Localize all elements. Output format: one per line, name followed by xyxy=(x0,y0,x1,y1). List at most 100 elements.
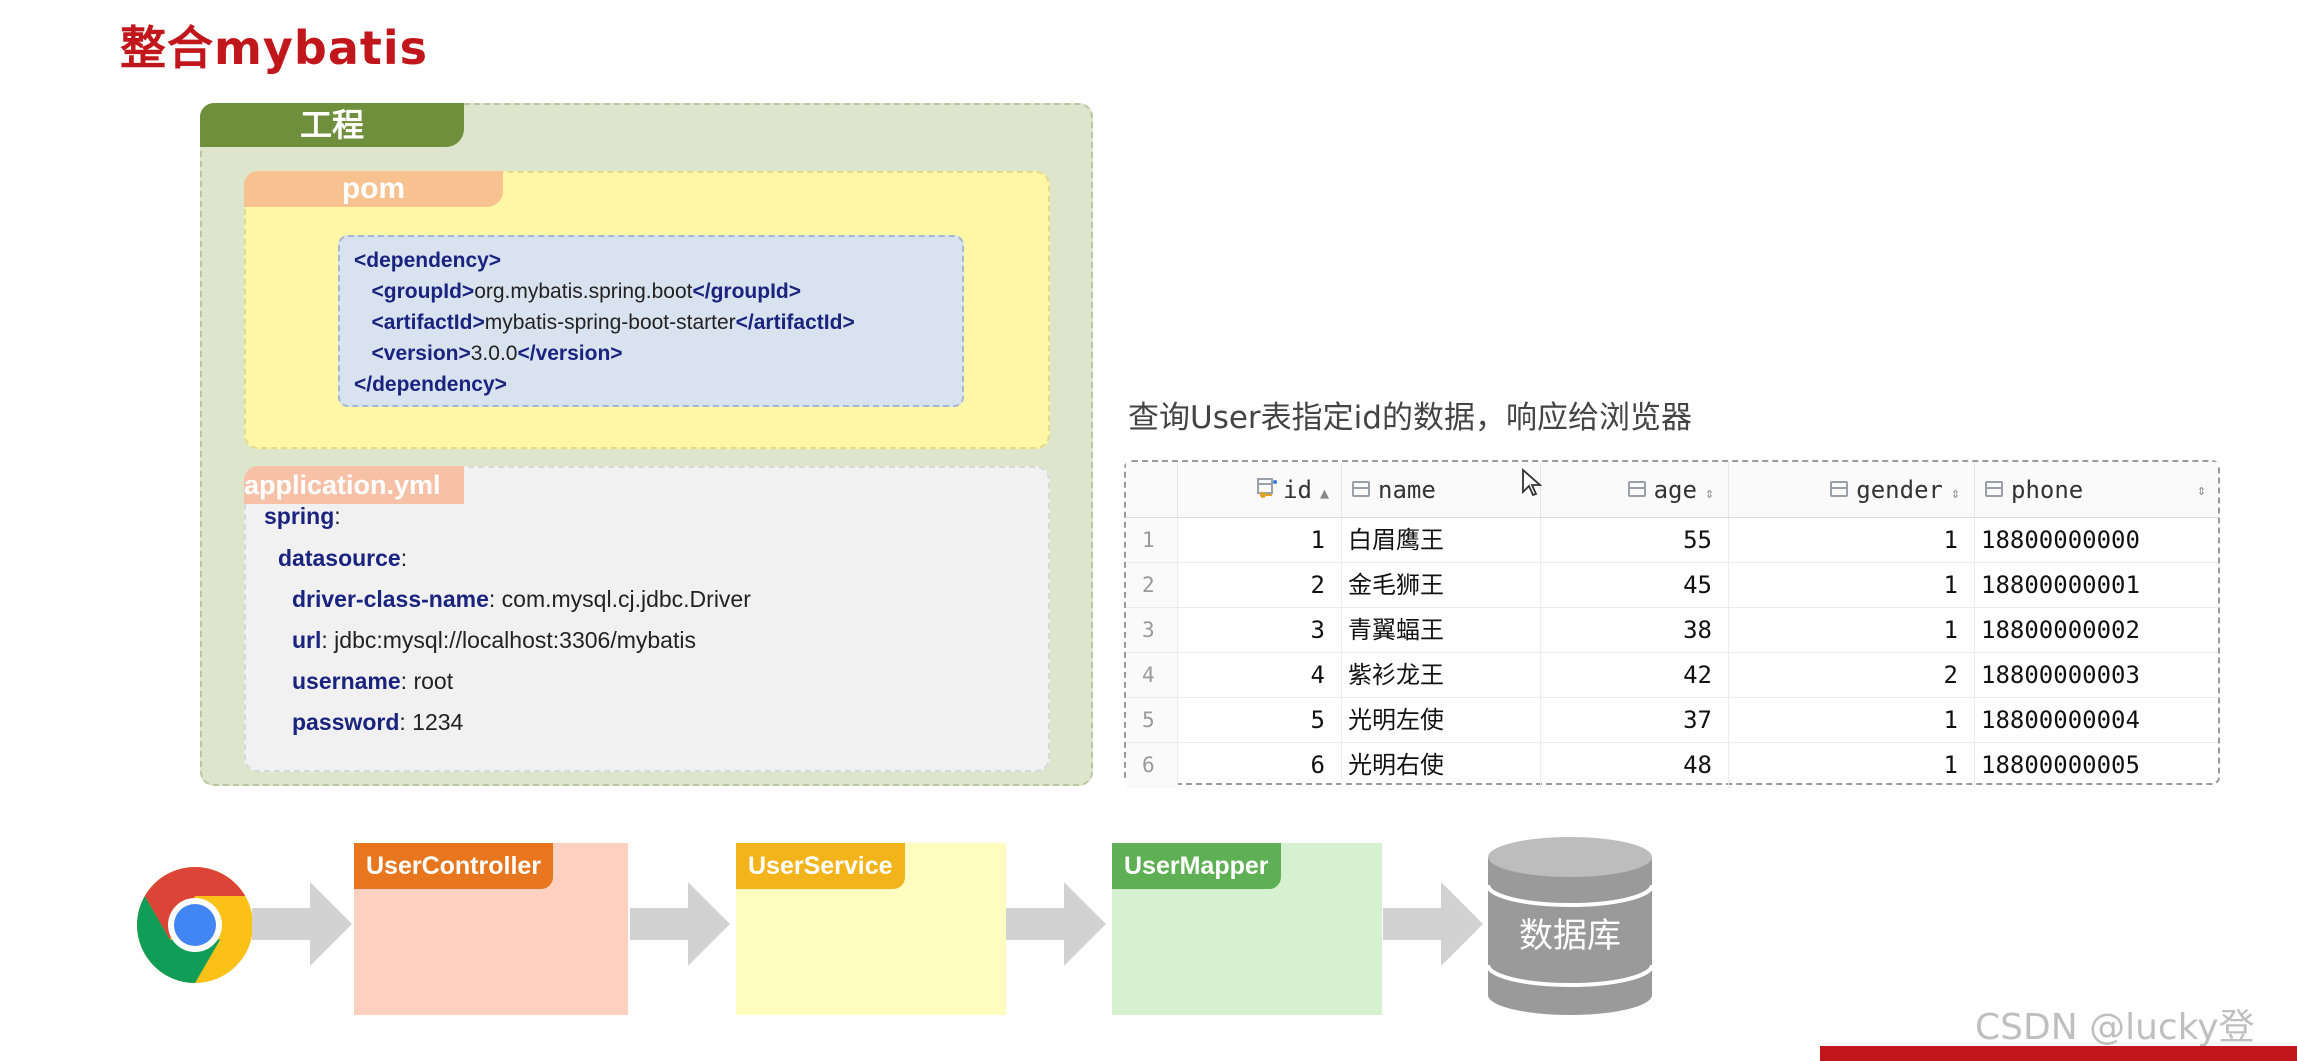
cell-name[interactable]: 白眉鹰王 xyxy=(1342,518,1541,563)
column-icon xyxy=(1352,481,1370,497)
cell-age[interactable]: 45 xyxy=(1541,563,1729,608)
cell-gender[interactable]: 1 xyxy=(1729,563,1975,608)
pom-line: </dependency> xyxy=(354,369,948,400)
xml-tag: </groupId> xyxy=(692,280,801,303)
yml-key: url xyxy=(292,627,322,653)
column-header-gender[interactable]: gender ⇕ xyxy=(1729,462,1975,518)
column-header-phone[interactable]: phone ⇕ xyxy=(1975,462,2218,518)
user-table: id ▲ name age ⇕ gender ⇕ phone ⇕ 1 1 白眉鹰王 55… xyxy=(1124,460,2220,788)
cell-phone[interactable]: 18800000005 xyxy=(1975,743,2218,788)
yml-key: datasource xyxy=(278,545,401,571)
cell-gender[interactable]: 1 xyxy=(1729,608,1975,653)
xml-tag: <dependency> xyxy=(354,249,502,272)
yml-value: : 1234 xyxy=(399,709,464,735)
pom-line: <version>3.0.0</version> xyxy=(354,338,948,369)
sort-toggle-icon[interactable]: ⇕ xyxy=(1951,484,1960,502)
column-header-name[interactable]: name xyxy=(1342,462,1541,518)
xml-tag: <artifactId> xyxy=(371,311,485,334)
cell-id[interactable]: 3 xyxy=(1178,608,1342,653)
cell-id[interactable]: 1 xyxy=(1178,518,1342,563)
yml-value: : xyxy=(334,503,341,529)
project-label: 工程 xyxy=(200,103,464,147)
column-label: phone xyxy=(2011,476,2084,504)
column-icon xyxy=(1830,481,1849,497)
bottom-decor-strip xyxy=(1820,1046,2297,1061)
cell-age[interactable]: 37 xyxy=(1541,698,1729,743)
cell-gender[interactable]: 1 xyxy=(1729,743,1975,788)
yml-key: spring xyxy=(264,503,335,529)
yml-line: spring: xyxy=(264,503,341,530)
flow-arrow-icon xyxy=(1383,882,1483,966)
cell-name[interactable]: 青翼蝠王 xyxy=(1342,608,1541,653)
yml-value: : com.mysql.cj.jdbc.Driver xyxy=(488,586,751,612)
cell-age[interactable]: 48 xyxy=(1541,743,1729,788)
slide-title: 整合mybatis xyxy=(120,21,429,75)
column-label: id xyxy=(1283,476,1312,504)
watermark: CSDN @lucky登 xyxy=(1975,1007,2255,1048)
column-label: age xyxy=(1653,476,1697,504)
cell-age[interactable]: 38 xyxy=(1541,608,1729,653)
database-label: 数据库 xyxy=(1519,916,1621,956)
xml-value: org.mybatis.spring.boot xyxy=(474,280,693,303)
yml-key: username xyxy=(292,668,401,694)
xml-tag: <groupId> xyxy=(371,280,475,303)
column-icon xyxy=(1985,481,2003,497)
yml-label: application.yml xyxy=(244,466,464,504)
row-number-header xyxy=(1126,462,1178,518)
column-header-id[interactable]: id ▲ xyxy=(1178,462,1342,518)
cell-gender[interactable]: 1 xyxy=(1729,518,1975,563)
yml-value: : xyxy=(400,545,408,571)
user-mapper-box: UserMapper xyxy=(1112,843,1382,1015)
yml-value: : jdbc:mysql://localhost:3306/mybatis xyxy=(321,627,696,653)
yml-line: password: 1234 xyxy=(292,709,463,736)
cell-phone[interactable]: 18800000004 xyxy=(1975,698,2218,743)
xml-tag: </version> xyxy=(517,342,623,365)
flow-arrow-icon xyxy=(1006,882,1106,966)
cell-id[interactable]: 6 xyxy=(1178,743,1342,788)
xml-tag: </artifactId> xyxy=(735,311,855,334)
mouse-cursor-icon xyxy=(1522,468,1543,497)
flow-arrow-icon xyxy=(252,882,352,966)
yml-key: password xyxy=(292,709,400,735)
row-number: 1 xyxy=(1126,518,1178,563)
cell-phone[interactable]: 18800000003 xyxy=(1975,653,2218,698)
cell-name[interactable]: 紫衫龙王 xyxy=(1342,653,1541,698)
yml-value: : root xyxy=(400,668,454,694)
column-label: gender xyxy=(1856,476,1943,504)
column-label: name xyxy=(1378,476,1436,504)
cell-age[interactable]: 55 xyxy=(1541,518,1729,563)
user-mapper-label: UserMapper xyxy=(1112,843,1281,889)
pom-label: pom xyxy=(244,171,503,207)
xml-value: 3.0.0 xyxy=(470,342,518,365)
cell-id[interactable]: 2 xyxy=(1178,563,1342,608)
yml-line: driver-class-name: com.mysql.cj.jdbc.Dri… xyxy=(292,586,751,613)
pom-line: <dependency> xyxy=(354,245,948,276)
yml-line: username: root xyxy=(292,668,453,695)
flow-arrow-icon xyxy=(630,882,730,966)
cell-phone[interactable]: 18800000000 xyxy=(1975,518,2218,563)
cell-id[interactable]: 4 xyxy=(1178,653,1342,698)
cell-gender[interactable]: 2 xyxy=(1729,653,1975,698)
cell-gender[interactable]: 1 xyxy=(1729,698,1975,743)
sort-toggle-icon[interactable]: ⇕ xyxy=(2197,462,2206,518)
user-controller-box: UserController xyxy=(354,843,628,1015)
cell-phone[interactable]: 18800000002 xyxy=(1975,608,2218,653)
column-header-age[interactable]: age ⇕ xyxy=(1541,462,1729,518)
sort-ascending-icon[interactable]: ▲ xyxy=(1320,484,1329,502)
cell-phone[interactable]: 18800000001 xyxy=(1975,563,2218,608)
cell-name[interactable]: 金毛狮王 xyxy=(1342,563,1541,608)
sort-toggle-icon[interactable]: ⇕ xyxy=(1705,484,1714,502)
user-controller-label: UserController xyxy=(354,843,554,889)
table-caption: 查询User表指定id的数据，响应给浏览器 xyxy=(1128,400,1692,436)
cell-age[interactable]: 42 xyxy=(1541,653,1729,698)
row-number: 3 xyxy=(1126,608,1178,653)
yml-line: url: jdbc:mysql://localhost:3306/mybatis xyxy=(292,627,696,654)
yml-key: driver-class-name xyxy=(292,586,489,612)
row-number: 4 xyxy=(1126,653,1178,698)
chrome-icon xyxy=(137,867,253,983)
cell-id[interactable]: 5 xyxy=(1178,698,1342,743)
cell-name[interactable]: 光明右使 xyxy=(1342,743,1541,788)
yml-line: datasource: xyxy=(278,545,407,572)
row-number: 5 xyxy=(1126,698,1178,743)
cell-name[interactable]: 光明左使 xyxy=(1342,698,1541,743)
